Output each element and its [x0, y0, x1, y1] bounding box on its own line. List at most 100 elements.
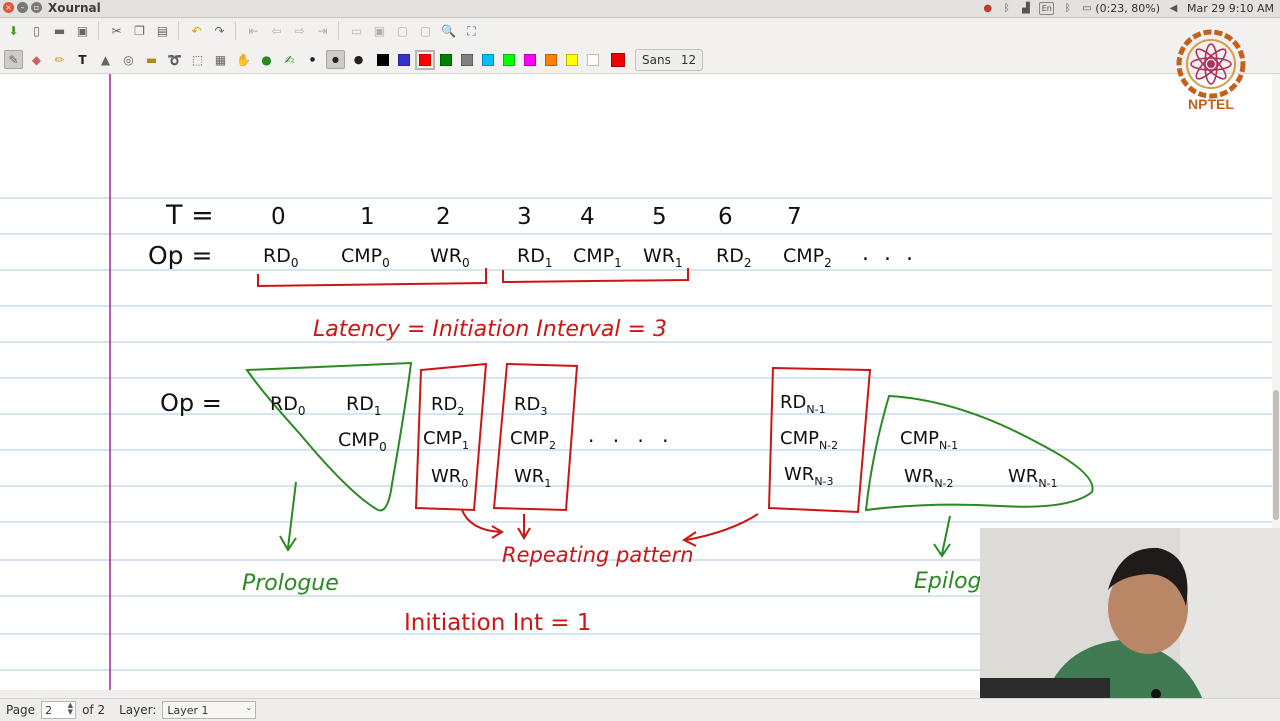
- thick-stroke-icon[interactable]: ●: [349, 50, 368, 69]
- repeat-op: RDN-1: [780, 392, 826, 416]
- system-tray: ● ᛒ ▟ En ᛒ ▭ (0:23, 80%) ◀ Mar 29 9:10 A…: [982, 1, 1274, 16]
- color-swatch[interactable]: [415, 49, 435, 70]
- op-subscript: 2: [549, 439, 556, 452]
- op-name: RD: [346, 393, 374, 415]
- redo-icon[interactable]: ↷: [210, 22, 229, 41]
- lasso-select-icon[interactable]: ➰: [165, 50, 184, 69]
- clock[interactable]: Mar 29 9:10 AM: [1187, 2, 1274, 15]
- paste-icon[interactable]: ▤: [153, 22, 172, 41]
- zoom-out-icon[interactable]: ▭: [347, 22, 366, 41]
- op-name: RD: [263, 245, 291, 267]
- status-bar: Page 2 ▲ ▼ of 2 Layer: Layer 1 ⌄: [0, 698, 1280, 721]
- color-swatch[interactable]: [587, 53, 599, 66]
- medium-stroke-icon[interactable]: ●: [326, 50, 345, 69]
- maximize-window-button[interactable]: ▫: [31, 2, 42, 13]
- op-name: CMP: [510, 428, 549, 449]
- font-button[interactable]: Sans 12: [635, 48, 704, 71]
- page-number-input[interactable]: 2 ▲ ▼: [41, 701, 77, 719]
- color-swatch[interactable]: [524, 53, 536, 66]
- op-name: CMP: [780, 428, 819, 449]
- color-swatch[interactable]: [398, 53, 410, 66]
- repeat-arrow-3: [682, 513, 759, 547]
- op-name: CMP: [338, 429, 379, 451]
- fullscreen-icon[interactable]: ⛶: [462, 22, 481, 41]
- default-tool-icon[interactable]: ✍: [280, 50, 299, 69]
- color-swatch[interactable]: [545, 53, 557, 66]
- op-subscript: 0: [462, 256, 470, 270]
- op-name: CMP: [900, 428, 939, 449]
- sequence-op: RD0: [263, 245, 298, 270]
- op-sequence: RD0 CMP0 WR0 RD1 CMP1 WR1 RD2 CMP2: [263, 245, 832, 270]
- sequence-op: CMP2: [783, 245, 832, 270]
- color-swatch[interactable]: [482, 53, 494, 66]
- sequence-op: WR0: [430, 245, 470, 270]
- zoom-page-width-icon[interactable]: ▢: [393, 22, 412, 41]
- next-page-icon[interactable]: ⇨: [290, 22, 309, 41]
- layer-select-value: Layer 1: [167, 703, 209, 717]
- color-swatch[interactable]: [566, 53, 578, 66]
- save-pdf-icon[interactable]: ⬇: [4, 22, 23, 41]
- thin-stroke-icon[interactable]: ●: [303, 50, 322, 69]
- highlighter-tool-icon[interactable]: ✏: [50, 50, 69, 69]
- vertical-space-icon[interactable]: ▦: [211, 50, 230, 69]
- current-color-swatch[interactable]: [611, 52, 625, 67]
- sequence-op: RD1: [517, 245, 552, 270]
- spin-arrows-icon[interactable]: ▲ ▼: [68, 702, 73, 716]
- color-swatch[interactable]: [503, 53, 515, 66]
- op-subscript: N-2: [819, 439, 838, 452]
- battery-status[interactable]: ▭ (0:23, 80%): [1081, 2, 1160, 15]
- op-subscript: 2: [457, 405, 464, 418]
- repeat-op: CMP2: [510, 428, 556, 452]
- text-tool-icon[interactable]: T: [73, 50, 92, 69]
- repeating-pattern-label: Repeating pattern: [502, 543, 694, 567]
- first-page-icon[interactable]: ⇤: [244, 22, 263, 41]
- latency-note: Latency = Initiation Interval = 3: [313, 317, 667, 342]
- open-file-icon[interactable]: ▬: [50, 22, 69, 41]
- layer-select[interactable]: Layer 1 ⌄: [162, 701, 257, 719]
- zoom-in-icon[interactable]: ▢: [416, 22, 435, 41]
- prologue-op: RD0: [270, 393, 305, 418]
- color-swatch[interactable]: [461, 53, 473, 66]
- chevron-down-icon: ⌄: [245, 703, 253, 712]
- default-pen-icon[interactable]: ●: [257, 50, 276, 69]
- pen-tool-icon[interactable]: ✎: [4, 50, 23, 69]
- wifi-icon[interactable]: ▟: [1020, 3, 1031, 14]
- image-tool-icon[interactable]: ▲: [96, 50, 115, 69]
- record-icon[interactable]: ●: [982, 3, 993, 14]
- op-subscript: 0: [461, 477, 468, 490]
- zoom-normal-icon[interactable]: ▣: [370, 22, 389, 41]
- color-swatch[interactable]: [440, 53, 452, 66]
- op-name: WR: [1008, 466, 1038, 487]
- eraser-tool-icon[interactable]: ◆: [27, 50, 46, 69]
- op-subscript: N-1: [806, 403, 825, 416]
- last-page-icon[interactable]: ⇥: [313, 22, 332, 41]
- color-swatch[interactable]: [377, 53, 389, 66]
- ruler-icon[interactable]: ▬: [142, 50, 161, 69]
- rect-select-icon[interactable]: ⬚: [188, 50, 207, 69]
- bluetooth-status-icon[interactable]: ᛒ: [1062, 3, 1073, 14]
- search-icon[interactable]: 🔍: [439, 22, 458, 41]
- vertical-scroll-thumb[interactable]: [1273, 390, 1279, 520]
- op-name: RD: [780, 392, 806, 413]
- previous-page-icon[interactable]: ⇦: [267, 22, 286, 41]
- minimize-window-button[interactable]: –: [17, 2, 28, 13]
- op-name: WR: [430, 245, 462, 267]
- op-subscript: 3: [540, 405, 547, 418]
- save-file-icon[interactable]: ▣: [73, 22, 92, 41]
- op-subscript: 0: [382, 256, 390, 270]
- shape-recognizer-icon[interactable]: ◎: [119, 50, 138, 69]
- sequence-ellipsis: . . .: [862, 241, 917, 266]
- copy-icon[interactable]: ❐: [130, 22, 149, 41]
- new-file-icon[interactable]: ▯: [27, 22, 46, 41]
- bluetooth-icon[interactable]: ᛒ: [1001, 3, 1012, 14]
- keyboard-layout-indicator[interactable]: En: [1039, 2, 1055, 15]
- cut-icon[interactable]: ✂: [107, 22, 126, 41]
- op-subscript: 1: [462, 439, 469, 452]
- volume-icon[interactable]: ◀: [1168, 3, 1179, 14]
- op-subscript: 1: [614, 256, 622, 270]
- undo-icon[interactable]: ↶: [187, 22, 206, 41]
- op-subscript: 2: [824, 256, 832, 270]
- hand-tool-icon[interactable]: ✋: [234, 50, 253, 69]
- close-window-button[interactable]: ×: [3, 2, 14, 13]
- epilogue-op: WRN-2: [904, 466, 954, 490]
